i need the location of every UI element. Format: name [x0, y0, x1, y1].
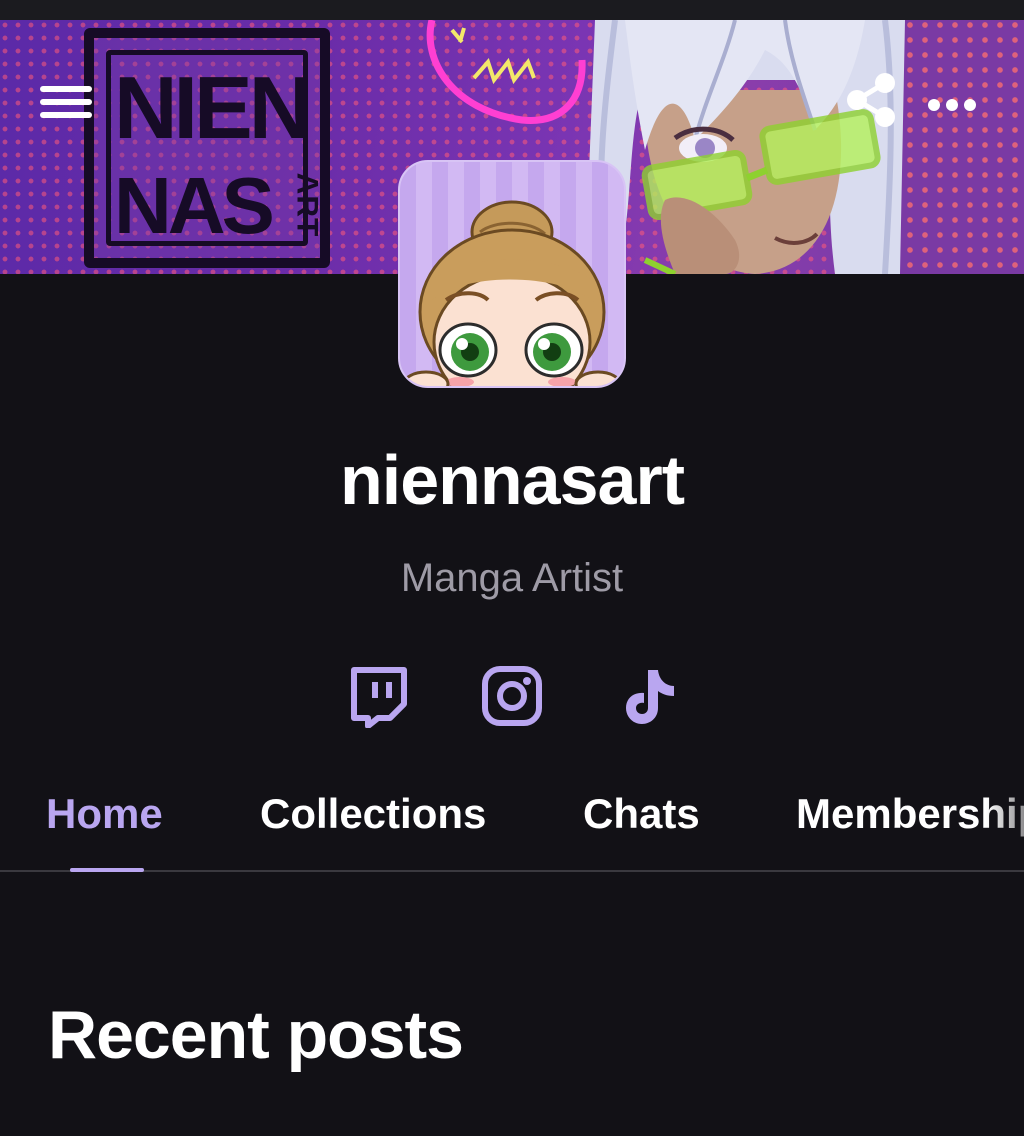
logo-text-line2: NAS [114, 161, 275, 250]
tab-memberships[interactable]: Memberships [796, 790, 1024, 838]
avatar-illustration [402, 200, 622, 386]
tab-chats[interactable]: Chats [583, 790, 700, 838]
status-strip [0, 0, 1024, 20]
hamburger-menu-icon[interactable] [40, 86, 96, 130]
neon-decoration [426, 20, 586, 124]
banner-character-illustration [585, 20, 905, 274]
avatar[interactable] [398, 160, 626, 388]
logo-text-line1: NIEN [114, 58, 312, 157]
logo-text-art: ART [290, 172, 324, 238]
creator-name: niennasart [340, 441, 685, 519]
profile-tabs: Home Collections Chats Memberships [0, 780, 1024, 872]
creator-tagline: Manga Artist [400, 556, 624, 600]
twitch-icon[interactable] [346, 664, 410, 728]
more-horizontal-icon[interactable] [928, 98, 984, 114]
instagram-icon[interactable] [480, 664, 544, 728]
tab-collections[interactable]: Collections [260, 790, 486, 838]
tiktok-icon[interactable] [618, 664, 682, 728]
brand-logo: NIEN NAS ART [84, 28, 330, 268]
tabs-divider [0, 870, 1024, 872]
recent-posts-heading: Recent posts [48, 997, 464, 1073]
share-icon[interactable] [845, 72, 897, 128]
active-tab-indicator [70, 868, 144, 872]
tab-home[interactable]: Home [46, 790, 163, 838]
